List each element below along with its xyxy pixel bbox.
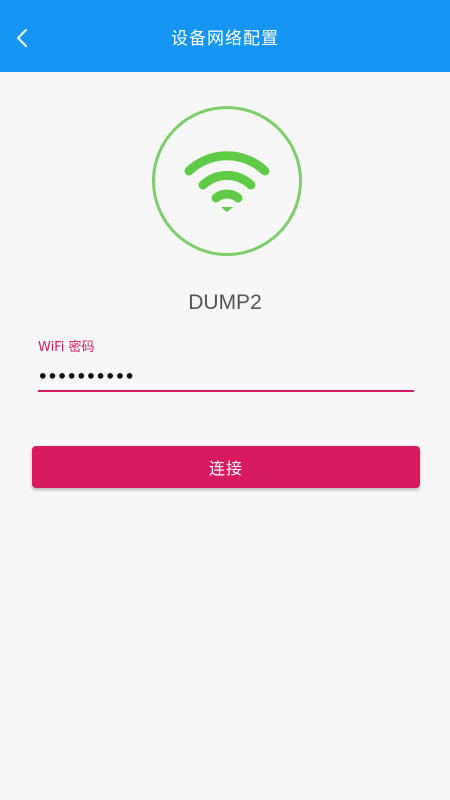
connect-button[interactable]: 连接	[32, 446, 420, 488]
app-bar: 设备网络配置	[0, 0, 450, 72]
device-name: DUMP2	[188, 291, 262, 314]
password-field-label: WiFi 密码	[38, 340, 95, 355]
password-input[interactable]	[38, 362, 414, 392]
page-title: 设备网络配置	[171, 29, 279, 49]
wifi-status-circle	[152, 106, 302, 256]
wifi-icon	[184, 151, 270, 212]
